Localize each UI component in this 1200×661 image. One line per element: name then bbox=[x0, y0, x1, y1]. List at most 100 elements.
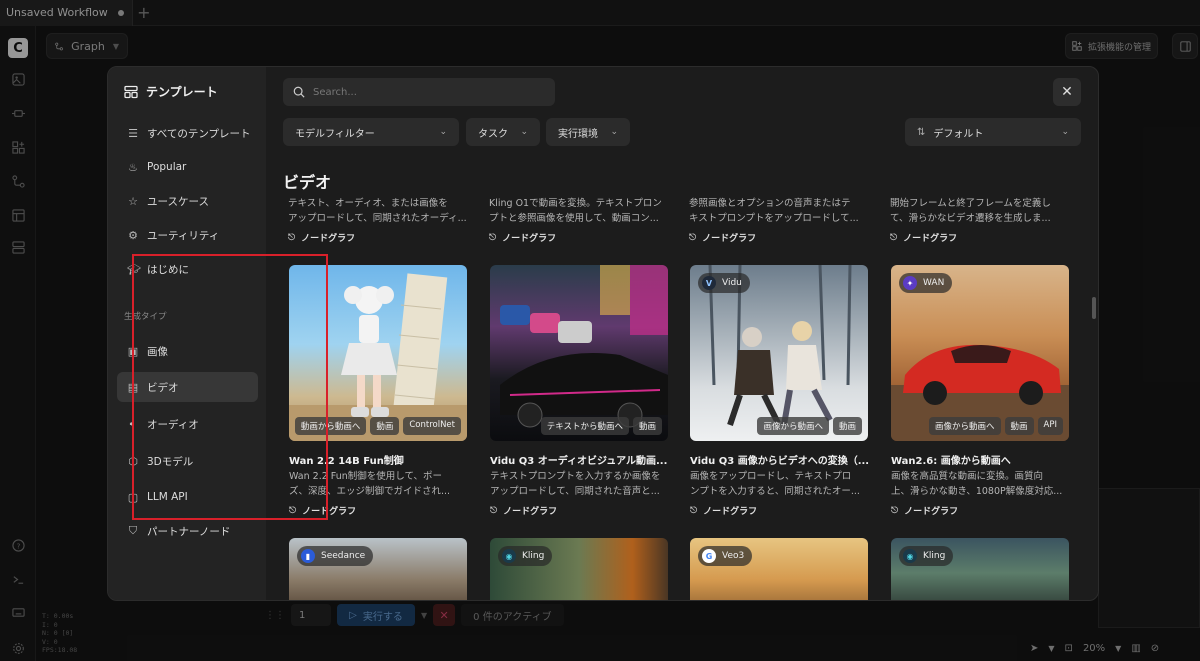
template-description: テキスト、オーディオ、または画像を アップロードして、同期されたオーディ... bbox=[288, 196, 468, 226]
template-type-label: ノードグラフ bbox=[904, 507, 959, 517]
template-type: ⎋ ノードグラフ bbox=[690, 504, 758, 518]
selection-highlight bbox=[132, 254, 328, 520]
environment-filter-dropdown[interactable]: 実行環境 ⌄ bbox=[546, 118, 630, 146]
node-graph-icon: ⎋ bbox=[690, 505, 698, 516]
description-line: 画像をアップロードし、テキストプロ bbox=[690, 471, 852, 482]
google-logo-icon: G bbox=[702, 549, 716, 563]
description-line: 参照画像とオプションの音声またはテ bbox=[689, 198, 851, 209]
tag: テキストから動画へ bbox=[540, 417, 629, 435]
description-line: アップロードして、同期されたオーディ... bbox=[288, 213, 467, 224]
tag: API bbox=[1037, 417, 1063, 435]
node-graph-icon: ⎋ bbox=[489, 232, 497, 243]
brand-badge: ◉ Kling bbox=[498, 546, 553, 566]
template-card-thumbnail[interactable]: ✦ WAN 画像から動画へ 動画 API bbox=[891, 265, 1069, 441]
search-icon bbox=[293, 86, 305, 98]
sort-icon: ⇅ bbox=[917, 126, 926, 138]
sidebar-item-label: Popular bbox=[147, 161, 187, 173]
node-graph-icon: ⎋ bbox=[490, 505, 498, 516]
template-type-label: ノードグラフ bbox=[503, 507, 558, 517]
sidebar-item-popular[interactable]: ♨ Popular bbox=[117, 152, 258, 182]
vidu-logo-icon: V bbox=[702, 276, 716, 290]
seedance-logo-icon: ▮ bbox=[301, 549, 315, 563]
chevron-down-icon: ⌄ bbox=[1061, 127, 1069, 137]
template-description: 画像をアップロードし、テキストプロ ンプトを入力すると、同期されたオー... bbox=[690, 469, 870, 499]
templates-modal: テンプレート ☰ すべてのテンプレート ♨ Popular ☆ ユースケース ⚙… bbox=[107, 66, 1099, 601]
sidebar-item-label: ユーティリティ bbox=[147, 229, 220, 242]
sidebar-title: テンプレート bbox=[124, 83, 218, 100]
kling-logo-icon: ◉ bbox=[502, 549, 516, 563]
template-description: Kling O1で動画を変換。テキストプロン プトと参照画像を使用して、動画コン… bbox=[489, 196, 669, 226]
templates-icon bbox=[124, 85, 138, 98]
sidebar-item-partner-nodes[interactable]: ⛉ パートナーノード bbox=[117, 516, 258, 546]
template-card-thumbnail[interactable]: ◉ Kling bbox=[490, 538, 668, 600]
description-line: テキスト、オーディオ、または画像を bbox=[288, 198, 448, 209]
description-line: アップロードして、同期された音声と... bbox=[490, 486, 660, 497]
template-card-thumbnail[interactable]: ▮ Seedance bbox=[289, 538, 467, 600]
brand-badge: ✦ WAN bbox=[899, 273, 953, 293]
sidebar-item-all-templates[interactable]: ☰ すべてのテンプレート bbox=[117, 118, 258, 148]
tag: 画像から動画へ bbox=[929, 417, 1001, 435]
template-card-title[interactable]: Vidu Q3 画像からビデオへの変換（... bbox=[690, 452, 870, 467]
tag: 画像から動画へ bbox=[757, 417, 829, 435]
wan-logo-icon: ✦ bbox=[903, 276, 917, 290]
sidebar-item-utility[interactable]: ⚙ ユーティリティ bbox=[117, 220, 258, 250]
brand-label: Kling bbox=[923, 551, 946, 561]
sort-label-group: ⇅ デフォルト bbox=[917, 125, 983, 140]
task-filter-dropdown[interactable]: タスク ⌄ bbox=[466, 118, 540, 146]
description-line: ンプトを入力すると、同期されたオー... bbox=[690, 486, 860, 497]
scrollbar-thumb[interactable] bbox=[1092, 297, 1096, 319]
template-type: ⎋ ノードグラフ bbox=[891, 504, 959, 518]
template-type-label: ノードグラフ bbox=[301, 234, 356, 244]
template-card-title[interactable]: Vidu Q3 オーディオビジュアル動画... bbox=[490, 452, 670, 467]
node-graph-icon: ⎋ bbox=[890, 232, 898, 243]
template-card-title[interactable]: Wan2.6: 画像から動画へ bbox=[891, 452, 1071, 467]
brand-badge: ▮ Seedance bbox=[297, 546, 374, 566]
tag: 動画 bbox=[1004, 417, 1034, 435]
chevron-down-icon: ⌄ bbox=[520, 127, 528, 137]
tag: 動画 bbox=[632, 417, 662, 435]
template-type-label: ノードグラフ bbox=[703, 507, 758, 517]
template-card-thumbnail[interactable]: V Vidu 画像から動画へ 動画 bbox=[690, 265, 868, 441]
close-icon: ✕ bbox=[1061, 84, 1073, 100]
search-input[interactable]: Search... bbox=[283, 78, 555, 106]
template-description: 参照画像とオプションの音声またはテ キストプロンプトをアップロードして... bbox=[689, 196, 869, 226]
brand-label: WAN bbox=[923, 278, 945, 288]
node-graph-icon: ⎋ bbox=[689, 232, 697, 243]
tag: ControlNet bbox=[403, 417, 461, 435]
sort-dropdown[interactable]: ⇅ デフォルト ⌄ bbox=[905, 118, 1081, 146]
close-modal-button[interactable]: ✕ bbox=[1053, 78, 1081, 106]
section-title: ビデオ bbox=[283, 173, 332, 192]
list-icon: ☰ bbox=[128, 126, 138, 140]
tag-list: 画像から動画へ 動画 API bbox=[929, 417, 1063, 435]
template-card-thumbnail[interactable]: ◉ Kling bbox=[891, 538, 1069, 600]
description-line: キストプロンプトをアップロードして... bbox=[689, 213, 859, 224]
template-description: 開始フレームと終了フレームを定義し て、滑らかなビデオ遷移を生成しま... bbox=[890, 196, 1070, 226]
star-icon: ☆ bbox=[128, 194, 138, 208]
template-type-label: ノードグラフ bbox=[502, 234, 557, 244]
kling-logo-icon: ◉ bbox=[903, 549, 917, 563]
handshake-icon: ⛉ bbox=[128, 524, 138, 537]
sidebar-item-use-cases[interactable]: ☆ ユースケース bbox=[117, 186, 258, 216]
tag-list: 画像から動画へ 動画 bbox=[757, 417, 862, 435]
template-card-thumbnail[interactable]: テキストから動画へ 動画 bbox=[490, 265, 668, 441]
environment-filter-label: 実行環境 bbox=[558, 128, 598, 140]
description-line: プトと参照画像を使用して、動画コン... bbox=[489, 213, 659, 224]
template-type: ⎋ ノードグラフ bbox=[890, 231, 957, 245]
templates-main: Search... ✕ モデルフィルター ⌄ タスク ⌄ 実行環境 ⌄ ⇅ デフ… bbox=[132, 67, 1098, 600]
sort-label: デフォルト bbox=[933, 128, 984, 140]
brand-label: Seedance bbox=[321, 551, 366, 561]
template-type: ⎋ ノードグラフ bbox=[489, 231, 557, 245]
description-line: 上、滑らかな動き、1080P解像度対応... bbox=[891, 486, 1063, 497]
node-graph-icon: ⎋ bbox=[288, 232, 296, 243]
chevron-down-icon: ⌄ bbox=[610, 127, 618, 137]
model-filter-dropdown[interactable]: モデルフィルター ⌄ bbox=[283, 118, 459, 146]
scrollbar[interactable] bbox=[1092, 195, 1096, 595]
template-type: ⎋ ノードグラフ bbox=[288, 231, 356, 245]
tag-list: テキストから動画へ 動画 bbox=[540, 417, 662, 435]
template-description: テキストプロンプトを入力するか画像を アップロードして、同期された音声と... bbox=[490, 469, 670, 499]
tag: 動画 bbox=[370, 417, 400, 435]
brand-label: Veo3 bbox=[722, 551, 745, 561]
template-card-thumbnail[interactable]: G Veo3 bbox=[690, 538, 868, 600]
thumbnail-illustration bbox=[500, 265, 668, 428]
template-type: ⎋ ノードグラフ bbox=[689, 231, 756, 245]
